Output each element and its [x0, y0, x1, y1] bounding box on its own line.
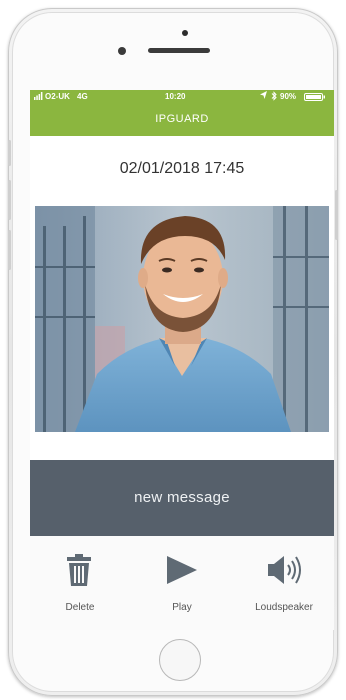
delete-button[interactable]: Delete — [30, 536, 130, 630]
power-button — [335, 190, 338, 240]
message-timestamp: 02/01/2018 17:45 — [119, 160, 245, 177]
speaker-icon — [268, 556, 301, 584]
delete-label: Delete — [65, 602, 95, 613]
battery-percent: 90% — [280, 92, 297, 101]
volume-down-button — [8, 230, 11, 270]
status-time: 10:20 — [165, 92, 186, 101]
new-message-banner[interactable]: new message — [30, 460, 334, 536]
trash-icon — [67, 554, 91, 586]
play-label: Play — [172, 602, 192, 613]
loudspeaker-button[interactable]: Loudspeaker — [234, 536, 334, 630]
front-camera — [118, 47, 126, 55]
bluetooth-icon — [271, 91, 277, 103]
earpiece-speaker — [148, 48, 210, 53]
location-icon — [260, 91, 268, 102]
play-button[interactable]: Play — [132, 536, 232, 630]
app-title: IPGUARD — [30, 104, 334, 136]
phone-screen: O2-UK 4G 10:20 90% IPGUARD 02/01/2018 17… — [30, 90, 334, 630]
signal-icon — [34, 92, 43, 102]
play-icon — [167, 556, 197, 584]
volume-up-button — [8, 180, 11, 220]
action-bar: Delete Play Loudspeaker — [30, 536, 334, 630]
home-button[interactable] — [159, 639, 201, 681]
mute-switch — [8, 140, 11, 166]
proximity-sensor — [182, 30, 188, 36]
loudspeaker-label: Loudspeaker — [255, 602, 313, 613]
battery-icon — [304, 93, 326, 103]
visitor-photo — [35, 206, 329, 432]
status-bar: O2-UK 4G 10:20 90% — [30, 90, 334, 104]
carrier-name: O2-UK — [45, 92, 70, 101]
network-type: 4G — [77, 92, 88, 101]
